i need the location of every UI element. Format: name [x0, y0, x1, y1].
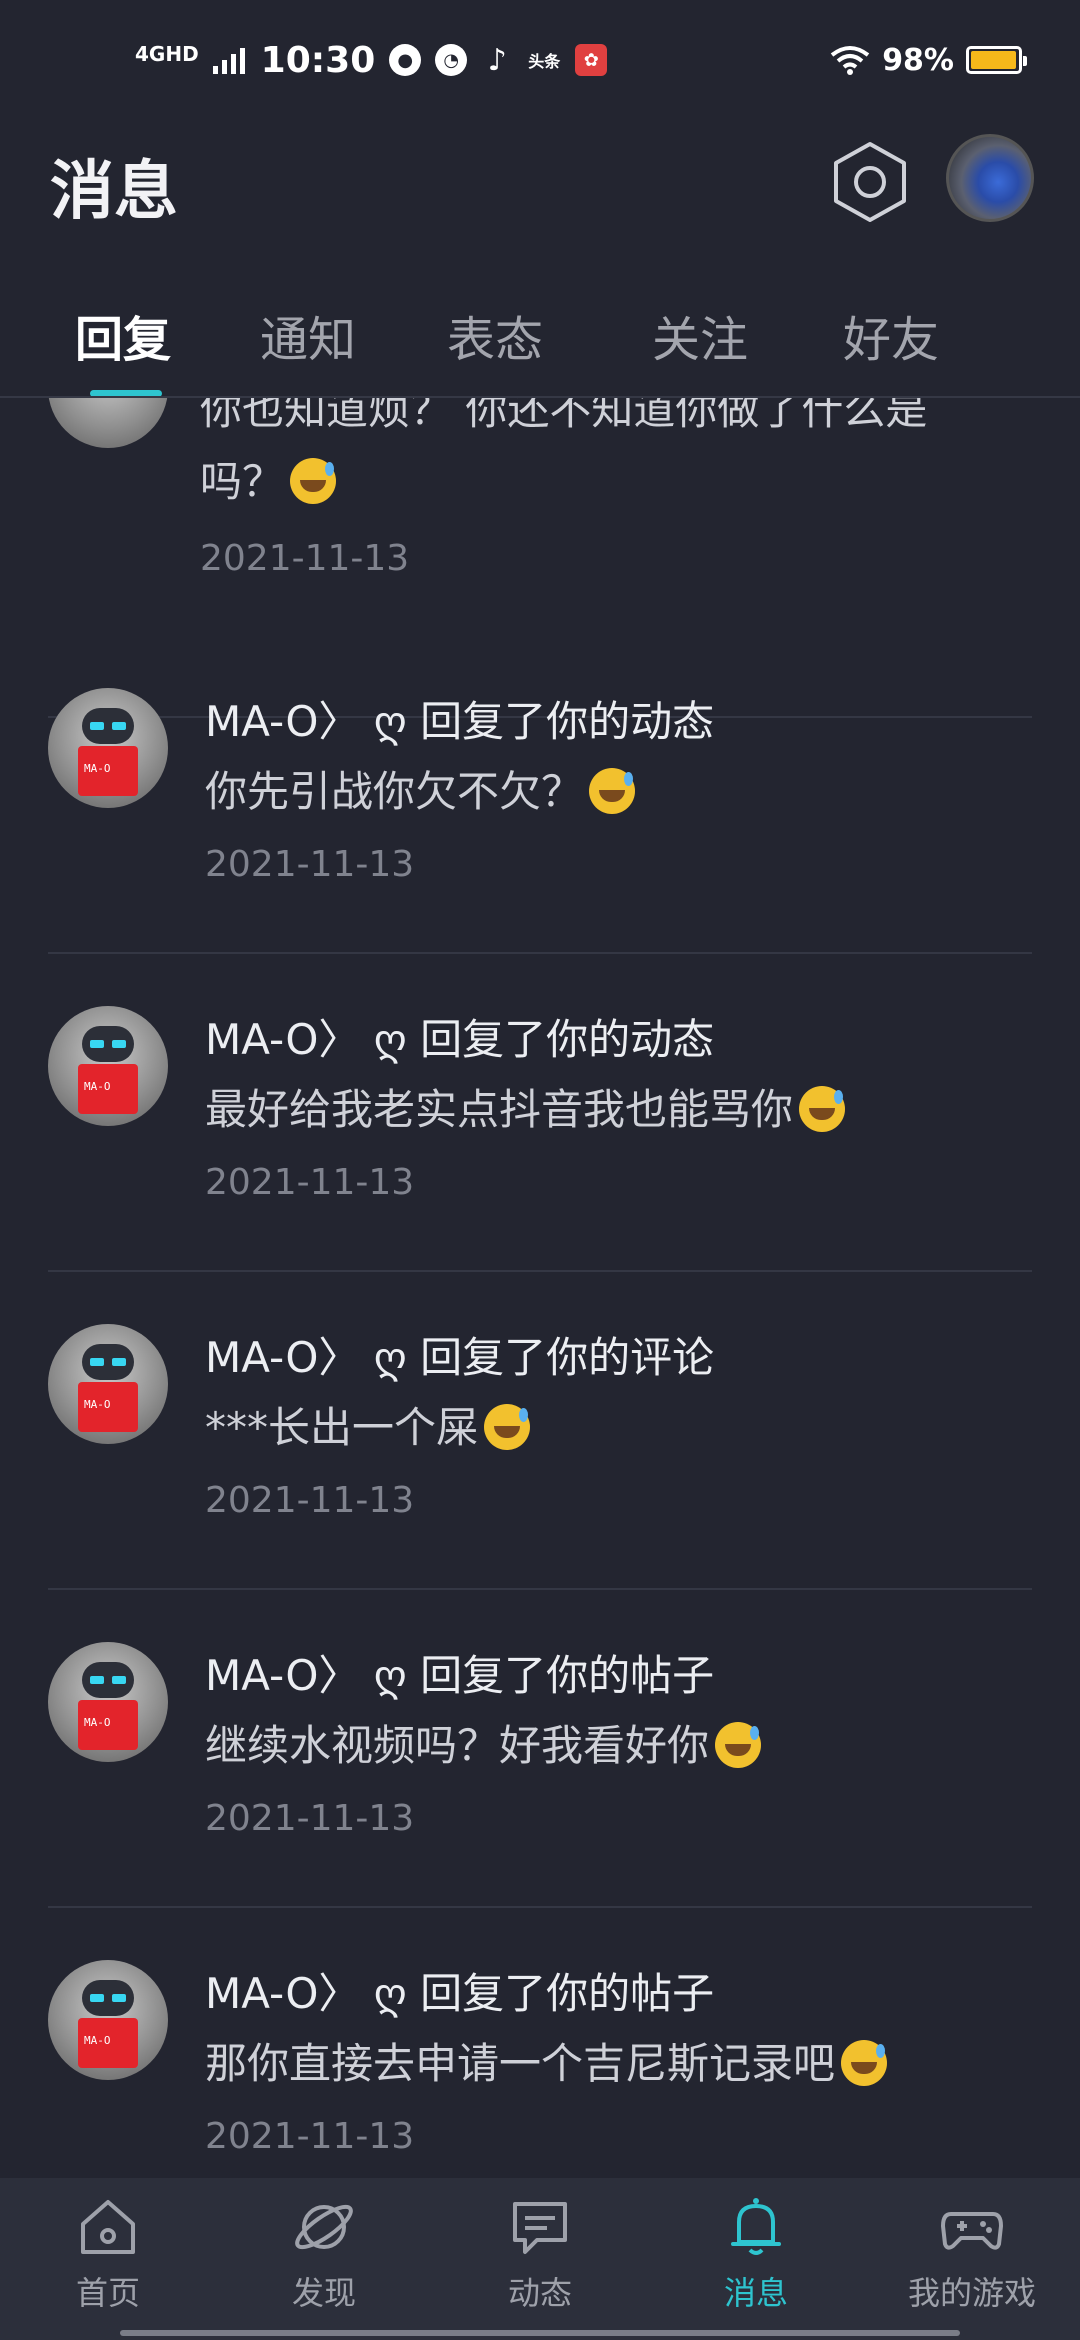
- page-title: 消息: [50, 155, 178, 229]
- tab-bar: 回复 通知 表态 关注 好友: [0, 290, 1080, 400]
- clock: 10:30: [260, 39, 376, 81]
- bottom-nav: 首页 发现 动态 消息 我的游戏: [0, 2178, 1080, 2340]
- nav-label: 发现: [291, 2274, 356, 2312]
- message-list[interactable]: 你也知道烦？ 你还不知道你做了什么是 吗？ 2021-11-13 MA-O MA…: [0, 398, 1080, 2178]
- nav-discover[interactable]: 发现: [244, 2192, 404, 2332]
- avatar-robot-text: MA-O: [84, 1716, 111, 1729]
- message-text-line: 吗？: [200, 457, 285, 506]
- avatar-robot-eye: [112, 1040, 126, 1048]
- battery-icon: [966, 46, 1027, 74]
- avatar[interactable]: MA-O: [48, 1960, 168, 2080]
- status-right: 98%: [830, 38, 1027, 82]
- reply-title: MA-O〉 ღ 回复了你的评论: [205, 1333, 715, 1382]
- message-text: 继续水视频吗？好我看好你: [205, 1712, 762, 1773]
- status-bar: 4GHD 10:30 ● ◔ ♪ 头条 ✿ 98%: [0, 0, 1080, 120]
- sweat-smile-emoji-icon: [484, 1404, 531, 1450]
- message-text: 你也知道烦？ 你还不知道你做了什么是: [200, 398, 928, 434]
- timestamp: 2021-11-13: [200, 538, 410, 579]
- nav-feed[interactable]: 动态: [460, 2192, 620, 2332]
- nav-my-games[interactable]: 我的游戏: [892, 2192, 1052, 2332]
- list-item[interactable]: MA-O MA-O〉 ღ 回复了你的评论 ***长出一个屎 2021-11-13: [0, 1272, 1080, 1590]
- avatar[interactable]: MA-O: [48, 1324, 168, 1444]
- avatar-robot-eye: [112, 1676, 126, 1684]
- avatar-robot-eye: [90, 1676, 104, 1684]
- nav-label: 我的游戏: [907, 2274, 1036, 2312]
- tab-following[interactable]: 关注: [652, 300, 748, 370]
- gamepad-icon: [941, 2212, 1003, 2250]
- timestamp: 2021-11-13: [205, 1798, 415, 1839]
- timestamp: 2021-11-13: [205, 1480, 415, 1521]
- message-text: ***长出一个屎: [205, 1394, 531, 1455]
- avatar[interactable]: [48, 398, 168, 448]
- avatar-robot-eye: [90, 1358, 104, 1366]
- avatar-robot-text: MA-O: [84, 762, 111, 775]
- nav-label: 消息: [723, 2274, 788, 2312]
- avatar-robot-eye: [112, 1358, 126, 1366]
- battery-level: [971, 51, 1017, 69]
- timestamp: 2021-11-13: [205, 2116, 415, 2157]
- avatar[interactable]: MA-O: [48, 688, 168, 808]
- speedometer-icon: ◔: [435, 44, 468, 76]
- avatar-robot-eye: [90, 1040, 104, 1048]
- reply-title: MA-O〉 ღ 回复了你的帖子: [205, 1969, 715, 2018]
- toutiao-icon: 头条: [528, 52, 561, 71]
- avatar-robot-eye: [112, 1994, 126, 2002]
- nav-label: 动态: [507, 2274, 572, 2312]
- network-type: 4GHD: [135, 42, 199, 66]
- nav-messages[interactable]: 消息: [676, 2192, 836, 2332]
- nav-home[interactable]: 首页: [28, 2192, 188, 2332]
- chat-bubble-icon: [513, 2202, 567, 2254]
- home-icon: [81, 2200, 135, 2254]
- avatar-robot-eye: [90, 1994, 104, 2002]
- my-avatar[interactable]: [946, 134, 1034, 222]
- avatar[interactable]: MA-O: [48, 1006, 168, 1126]
- list-item[interactable]: MA-O MA-O〉 ღ 回复了你的帖子 那你直接去申请一个吉尼斯记录吧 202…: [0, 1908, 1080, 2178]
- message-text-line: ***长出一个屎: [205, 1403, 479, 1452]
- wechat-icon: ●: [389, 44, 422, 76]
- sweat-smile-emoji-icon: [589, 768, 636, 814]
- tiktok-icon: ♪: [487, 42, 507, 78]
- reply-title: MA-O〉 ღ 回复了你的动态: [205, 697, 715, 746]
- bell-icon: [731, 2198, 781, 2255]
- tab-notifications[interactable]: 通知: [260, 300, 356, 370]
- signal-icon: [212, 46, 247, 74]
- message-text: 吗？: [200, 448, 337, 509]
- list-item[interactable]: MA-O MA-O〉 ღ 回复了你的动态 你先引战你欠不欠？ 2021-11-1…: [0, 636, 1080, 954]
- message-text: 那你直接去申请一个吉尼斯记录吧: [205, 2030, 888, 2091]
- timestamp: 2021-11-13: [205, 1162, 415, 1203]
- avatar-robot-text: MA-O: [84, 1080, 111, 1093]
- tab-friends[interactable]: 好友: [843, 300, 939, 370]
- nav-label: 首页: [75, 2274, 140, 2312]
- list-item[interactable]: MA-O MA-O〉 ღ 回复了你的帖子 继续水视频吗？好我看好你 2021-1…: [0, 1590, 1080, 1908]
- avatar[interactable]: MA-O: [48, 1642, 168, 1762]
- tab-reply[interactable]: 回复: [75, 300, 171, 370]
- message-text: 你先引战你欠不欠？: [205, 758, 636, 819]
- home-indicator[interactable]: [120, 2330, 960, 2336]
- avatar-robot-eye: [90, 722, 104, 730]
- planet-icon: [295, 2204, 353, 2250]
- reply-title: MA-O〉 ღ 回复了你的动态: [205, 1015, 715, 1064]
- sweat-smile-emoji-icon: [290, 458, 337, 504]
- tab-reactions[interactable]: 表态: [447, 300, 543, 370]
- reply-title: MA-O〉 ღ 回复了你的帖子: [205, 1651, 715, 1700]
- gear-icon: [834, 142, 906, 222]
- settings-button[interactable]: [832, 140, 908, 224]
- message-text-line: 继续水视频吗？好我看好你: [205, 1721, 710, 1770]
- sweat-smile-emoji-icon: [715, 1722, 762, 1768]
- avatar-robot-text: MA-O: [84, 2034, 111, 2047]
- sweat-smile-emoji-icon: [799, 1086, 846, 1132]
- message-text-line: 你先引战你欠不欠？: [205, 767, 584, 816]
- message-text-line: 最好给我老实点抖音我也能骂你: [205, 1085, 794, 1134]
- message-text: 最好给我老实点抖音我也能骂你: [205, 1076, 846, 1137]
- wifi-icon: [830, 46, 870, 75]
- avatar-robot-eye: [112, 722, 126, 730]
- sweat-smile-emoji-icon: [841, 2040, 888, 2086]
- battery-percent: 98%: [882, 42, 954, 78]
- pinduoduo-icon: ✿: [575, 44, 608, 76]
- status-left: 4GHD 10:30 ● ◔ ♪ 头条 ✿: [135, 38, 608, 82]
- avatar-robot-text: MA-O: [84, 1398, 111, 1411]
- message-text-line: 那你直接去申请一个吉尼斯记录吧: [205, 2039, 836, 2088]
- timestamp: 2021-11-13: [205, 844, 415, 885]
- list-item[interactable]: MA-O MA-O〉 ღ 回复了你的动态 最好给我老实点抖音我也能骂你 2021…: [0, 954, 1080, 1272]
